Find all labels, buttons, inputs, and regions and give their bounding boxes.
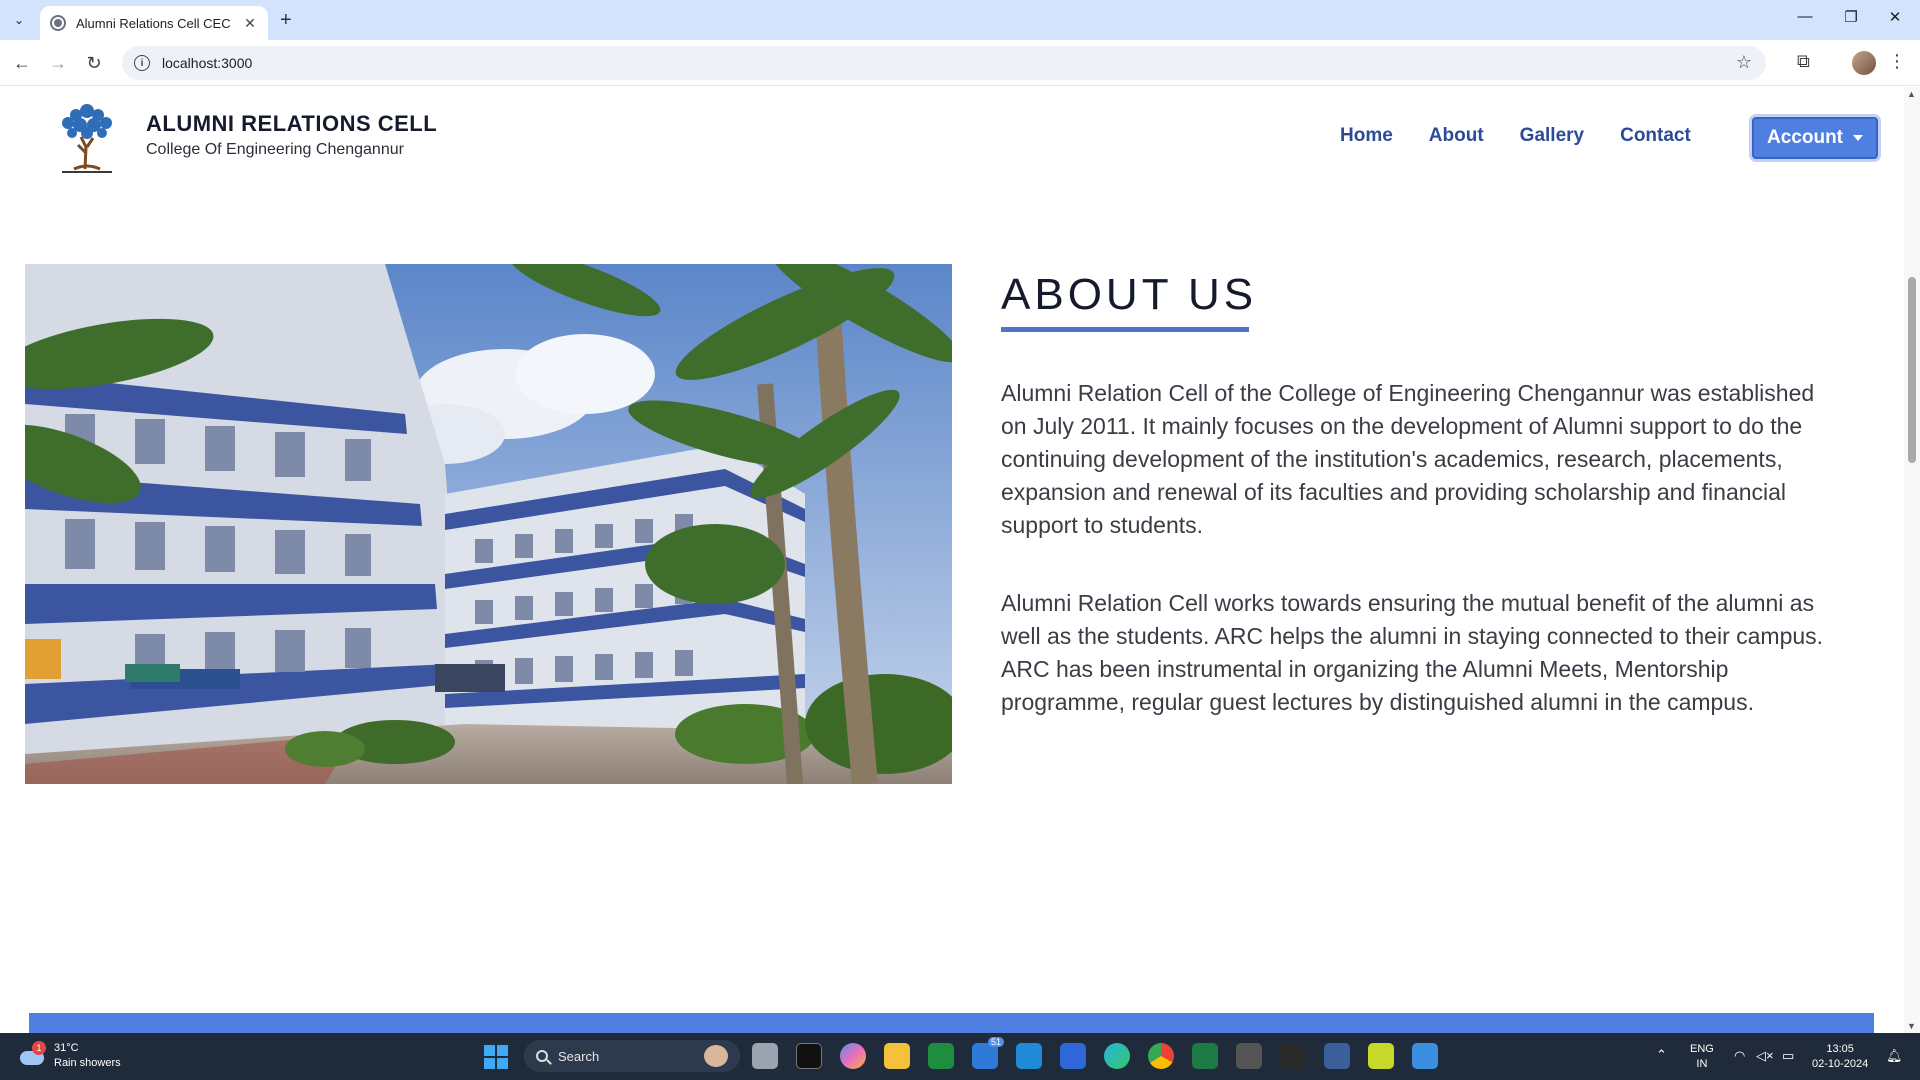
close-window-icon[interactable]: ✕	[1880, 8, 1910, 26]
mail-badge: 51	[987, 1037, 1004, 1047]
scrollbar-thumb[interactable]	[1908, 277, 1916, 463]
main-nav: Home About Gallery Contact	[1340, 125, 1691, 147]
remote-app-icon[interactable]	[1324, 1043, 1350, 1069]
nav-about[interactable]: About	[1429, 125, 1484, 147]
weather-cloud-icon: 1	[18, 1041, 46, 1069]
store-icon[interactable]	[1060, 1043, 1086, 1069]
about-heading: ABOUT US	[1001, 270, 1258, 319]
windows-start-icon[interactable]	[484, 1045, 508, 1069]
camera-app-icon[interactable]	[1236, 1043, 1262, 1069]
brand-title: ALUMNI RELATIONS CELL	[146, 111, 438, 136]
clock-date: 02-10-2024	[1812, 1058, 1869, 1070]
back-icon[interactable]: ←	[10, 51, 34, 75]
page-viewport: ALUMNI RELATIONS CELL College Of Enginee…	[0, 87, 1904, 1033]
minimize-icon[interactable]: —	[1790, 8, 1820, 25]
clock[interactable]: 13:05 02-10-2024	[1812, 1042, 1868, 1072]
classroom-app-icon[interactable]	[928, 1043, 954, 1069]
terminal-icon[interactable]	[796, 1043, 822, 1069]
heading-underline	[1001, 327, 1249, 332]
extensions-icon[interactable]: ⧉	[1797, 51, 1810, 72]
file-explorer-icon[interactable]	[884, 1043, 910, 1069]
battery-icon[interactable]: ▭	[1782, 1048, 1794, 1063]
site-header: ALUMNI RELATIONS CELL College Of Enginee…	[0, 87, 1904, 187]
taskbar-search[interactable]: Search	[524, 1040, 740, 1072]
edge-icon[interactable]	[1104, 1043, 1130, 1069]
section-band	[29, 1013, 1874, 1033]
chrome-icon[interactable]	[1148, 1043, 1174, 1069]
browser-tab-bar: ⌄ Alumni Relations Cell CEC ✕ + — ❐ ✕	[0, 0, 1920, 40]
notepad-icon[interactable]	[1412, 1043, 1438, 1069]
weather-temp: 31°C	[54, 1042, 79, 1054]
browser-tab[interactable]: Alumni Relations Cell CEC ✕	[40, 6, 268, 40]
taskbar-search-label: Search	[558, 1048, 600, 1064]
wifi-icon[interactable]: ◠	[1734, 1048, 1745, 1063]
language-indicator[interactable]: ENG IN	[1690, 1042, 1714, 1072]
caret-down-icon	[1853, 135, 1863, 141]
mail-icon[interactable]: 51	[972, 1037, 1004, 1069]
tab-search-icon[interactable]: ⌄	[8, 9, 30, 31]
search-highlight-icon	[704, 1045, 728, 1067]
copilot-icon[interactable]	[840, 1043, 866, 1069]
campus-photo	[25, 264, 952, 784]
tray-overflow-icon[interactable]: ⌃	[1656, 1047, 1667, 1062]
favicon-icon	[50, 15, 66, 31]
bookmark-star-icon[interactable]: ☆	[1736, 52, 1752, 73]
tree-logo-icon[interactable]	[48, 97, 126, 177]
search-icon	[536, 1050, 548, 1062]
page-scrollbar[interactable]: ▲ ▼	[1904, 87, 1920, 1033]
forward-icon[interactable]: →	[46, 51, 70, 75]
close-tab-icon[interactable]: ✕	[242, 15, 258, 32]
account-label: Account	[1767, 127, 1843, 148]
weather-widget[interactable]: 1 31°C Rain showers	[18, 1041, 121, 1071]
restore-icon[interactable]: ❐	[1836, 8, 1866, 26]
url-text[interactable]: localhost:3000	[162, 55, 252, 71]
nav-home[interactable]: Home	[1340, 125, 1393, 147]
new-tab-icon[interactable]: +	[280, 9, 292, 31]
nav-gallery[interactable]: Gallery	[1520, 125, 1584, 147]
about-paragraph-2: Alumni Relation Cell works towards ensur…	[1001, 590, 1824, 715]
volume-muted-icon[interactable]: ◁×	[1756, 1048, 1774, 1063]
profile-avatar[interactable]	[1852, 51, 1876, 75]
app-icon[interactable]	[1280, 1043, 1306, 1069]
notification-bell-icon[interactable]: 🔔︎	[1886, 1048, 1903, 1063]
scroll-up-icon[interactable]: ▲	[1907, 89, 1916, 99]
address-bar[interactable]: i localhost:3000 ☆	[122, 46, 1766, 80]
task-view-icon[interactable]	[752, 1043, 778, 1069]
lang-text: ENG	[1690, 1043, 1714, 1055]
about-paragraph-1: Alumni Relation Cell of the College of E…	[1001, 380, 1815, 538]
scroll-down-icon[interactable]: ▼	[1907, 1021, 1916, 1031]
os-taskbar: 1 31°C Rain showers Search 51 ⌃ ENG IN ◠…	[0, 1033, 1920, 1080]
menu-icon[interactable]: ⋮	[1888, 51, 1906, 72]
weather-badge: 1	[32, 1041, 46, 1055]
region-text: IN	[1696, 1058, 1708, 1070]
site-info-icon[interactable]: i	[134, 55, 150, 71]
pycharm-icon[interactable]	[1368, 1043, 1394, 1069]
nav-contact[interactable]: Contact	[1620, 125, 1691, 147]
vscode-icon[interactable]	[1016, 1043, 1042, 1069]
clock-time: 13:05	[1826, 1043, 1854, 1055]
account-dropdown-button[interactable]: Account	[1752, 117, 1878, 159]
browser-toolbar: ← → ↻ i localhost:3000 ☆ ⧉ ⋮	[0, 40, 1920, 86]
weather-desc: Rain showers	[54, 1057, 121, 1069]
tab-title: Alumni Relations Cell CEC	[76, 15, 231, 31]
reload-icon[interactable]: ↻	[82, 51, 106, 75]
brand-subtitle: College Of Engineering Chengannur	[146, 141, 404, 158]
excel-icon[interactable]	[1192, 1043, 1218, 1069]
